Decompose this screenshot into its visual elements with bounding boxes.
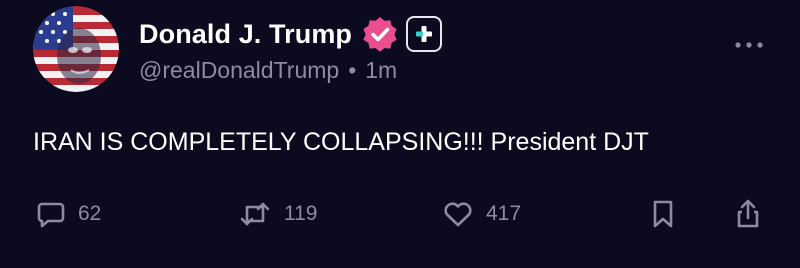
post-timestamp[interactable]: 1m: [365, 59, 397, 82]
reply-count: 62: [78, 202, 102, 225]
author-handle[interactable]: @realDonaldTrump: [139, 59, 339, 82]
post-meta: @realDonaldTrump • 1m: [139, 59, 397, 82]
verified-badge-icon: [361, 15, 399, 53]
repost-count: 119: [284, 202, 318, 225]
like-button[interactable]: 417: [442, 196, 521, 232]
post-header: Donald J. Trump: [139, 12, 443, 56]
post-card: Donald J. Trump @realDonaldTrump • 1m IR…: [0, 0, 800, 268]
heart-icon: [444, 202, 472, 227]
bookmark-button[interactable]: [650, 196, 676, 232]
plus-badge-icon[interactable]: [406, 16, 443, 52]
reply-button[interactable]: 62: [36, 196, 101, 232]
avatar[interactable]: [33, 6, 119, 92]
repost-icon: [240, 202, 270, 226]
bookmark-icon: [653, 200, 673, 228]
post-body-text: IRAN IS COMPLETELY COLLAPSING!!! Preside…: [33, 128, 649, 156]
author-display-name[interactable]: Donald J. Trump: [139, 20, 352, 48]
share-icon: [737, 199, 759, 228]
more-options-icon[interactable]: [734, 30, 764, 60]
meta-separator: •: [348, 57, 357, 83]
like-count: 417: [486, 202, 522, 225]
share-button[interactable]: [733, 196, 763, 232]
reply-icon: [37, 202, 65, 228]
repost-button[interactable]: 119: [238, 196, 317, 232]
